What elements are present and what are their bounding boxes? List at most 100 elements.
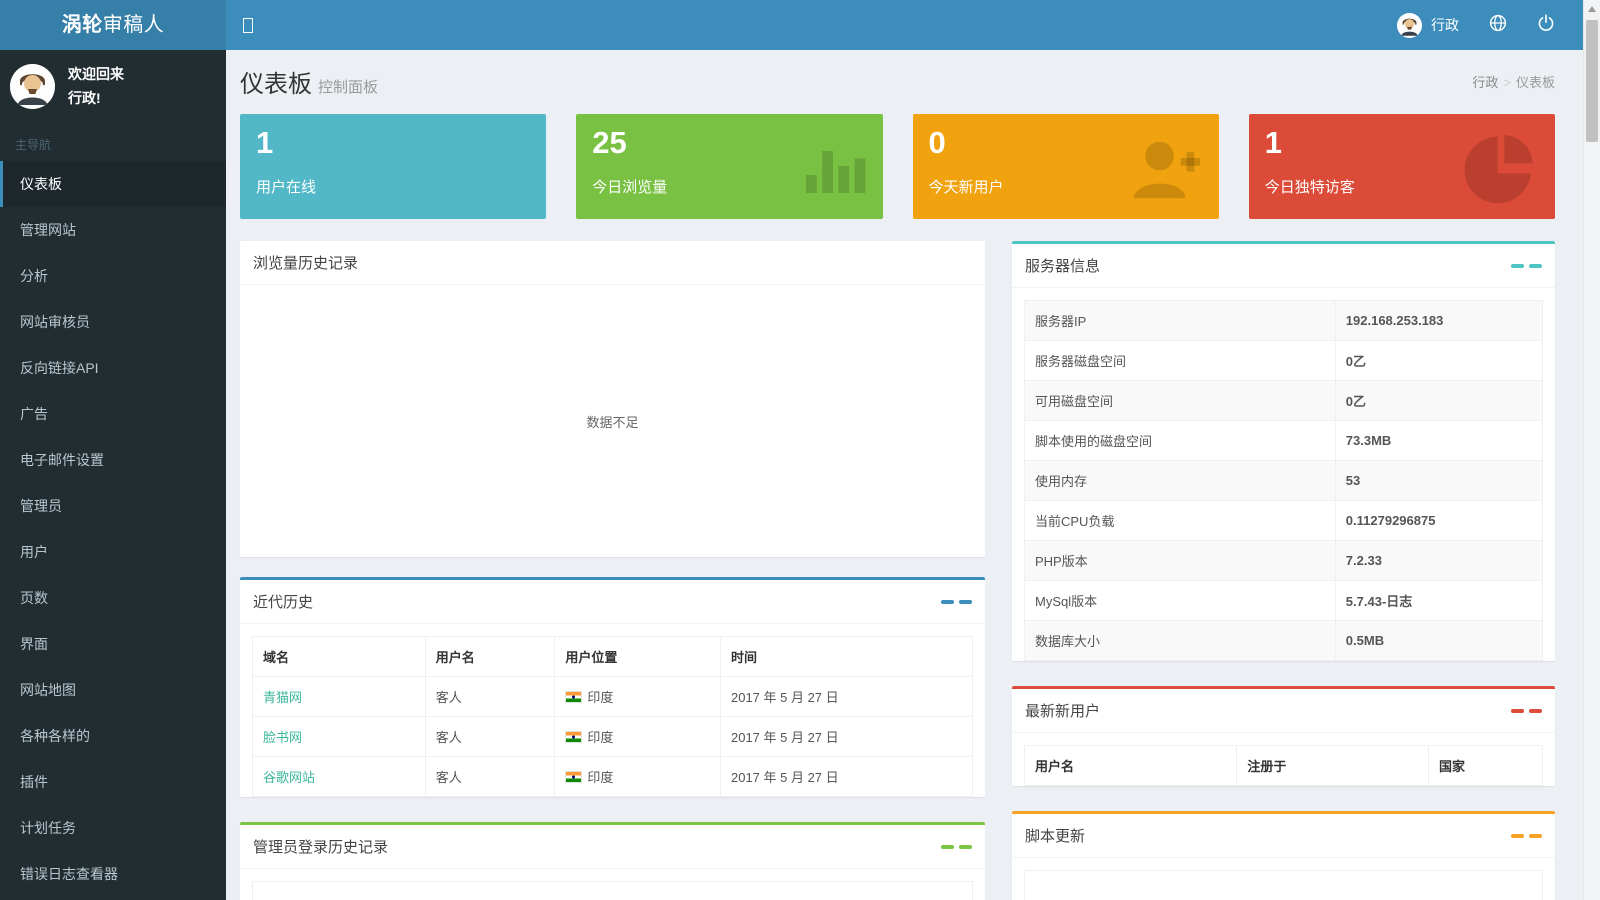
panel-admin-login-history: 管理员登录历史记录 <box>240 822 985 900</box>
panel-server-info: 服务器信息 服务器IP192.168.253.183 服务器磁盘空间0乙 可用磁… <box>1012 241 1555 661</box>
table-row: 可用磁盘空间0乙 <box>1025 381 1543 421</box>
main-content: 仪表板控制面板 行政>仪表板 1 用户在线 25 今日浏览量 0 今天新用户 1… <box>226 50 1600 900</box>
panel-close-button[interactable] <box>1529 709 1542 713</box>
top-navbar: 涡轮审稿人 行政 <box>0 0 1600 50</box>
sidebar-item-admins[interactable]: 管理员 <box>0 483 226 529</box>
panel-title: 近代历史 <box>253 591 313 612</box>
panel-collapse-button[interactable] <box>941 845 954 849</box>
sidebar-item-analytics[interactable]: 分析 <box>0 253 226 299</box>
sidebar-item-cron-jobs[interactable]: 计划任务 <box>0 805 226 851</box>
breadcrumb-current: 仪表板 <box>1516 75 1555 90</box>
table-row: 青猫网 客人 印度 2017 年 5 月 27 日 <box>253 677 973 717</box>
india-flag-icon <box>565 691 582 703</box>
sidebar-item-backlink-api[interactable]: 反向链接API <box>0 345 226 391</box>
chart-empty-message: 数据不足 <box>586 412 638 431</box>
panel-close-button[interactable] <box>1529 834 1542 838</box>
stat-box-unique-visitors-today[interactable]: 1 今日独特访客 <box>1249 114 1555 219</box>
server-info-label: 使用内存 <box>1025 461 1336 501</box>
panel-collapse-button[interactable] <box>1511 709 1524 713</box>
sidebar-avatar <box>10 64 55 109</box>
sidebar-section-header: 主导航 <box>0 122 226 161</box>
server-info-table: 服务器IP192.168.253.183 服务器磁盘空间0乙 可用磁盘空间0乙 … <box>1024 300 1543 661</box>
server-info-value: 53 <box>1335 461 1542 501</box>
power-icon[interactable] <box>1537 14 1555 37</box>
sidebar-item-users[interactable]: 用户 <box>0 529 226 575</box>
sidebar-item-error-log-viewer[interactable]: 错误日志查看器 <box>0 851 226 897</box>
server-info-value: 192.168.253.183 <box>1335 301 1542 341</box>
sidebar-item-website-reviewer[interactable]: 网站审核员 <box>0 299 226 345</box>
table-row: 数据库大小0.5MB <box>1025 621 1543 661</box>
sidebar-item-pages[interactable]: 页数 <box>0 575 226 621</box>
table-row: 当前CPU负载0.11279296875 <box>1025 501 1543 541</box>
server-info-value: 73.3MB <box>1335 421 1542 461</box>
scrollbar-thumb[interactable] <box>1586 20 1598 142</box>
table-row: 服务器IP192.168.253.183 <box>1025 301 1543 341</box>
stat-value: 1 <box>256 126 530 160</box>
sidebar-item-email-settings[interactable]: 电子邮件设置 <box>0 437 226 483</box>
panel-recent-history: 近代历史 域名 用户名 用户位置 时间 <box>240 577 985 797</box>
panel-collapse-button[interactable] <box>1511 834 1524 838</box>
panel-collapse-button[interactable] <box>1511 264 1524 268</box>
sidebar-item-plugins[interactable]: 插件 <box>0 759 226 805</box>
location-cell: 印度 <box>587 730 613 745</box>
table-row: MySql版本5.7.43-日志 <box>1025 581 1543 621</box>
sidebar-item-sitemap[interactable]: 网站地图 <box>0 667 226 713</box>
table-header-row: 域名 用户名 用户位置 时间 <box>253 637 973 677</box>
panel-title: 脚本更新 <box>1025 825 1085 846</box>
stat-boxes-row: 1 用户在线 25 今日浏览量 0 今天新用户 1 今日独特访客 <box>240 114 1555 219</box>
server-info-value: 0乙 <box>1335 381 1542 421</box>
server-info-value: 0乙 <box>1335 341 1542 381</box>
recent-history-table: 域名 用户名 用户位置 时间 青猫网 客人 印度 2017 年 5 月 27 日 <box>252 636 973 797</box>
column-header: 用户位置 <box>555 637 721 677</box>
navbar-user-name: 行政 <box>1431 15 1459 35</box>
navbar-main: 行政 <box>226 0 1600 50</box>
panel-controls <box>1511 709 1542 713</box>
table-row: 使用内存53 <box>1025 461 1543 501</box>
panel-close-button[interactable] <box>959 845 972 849</box>
panel-close-button[interactable] <box>1529 264 1542 268</box>
server-info-label: MySql版本 <box>1025 581 1336 621</box>
app-logo[interactable]: 涡轮审稿人 <box>0 0 226 50</box>
sidebar-welcome: 欢迎回来 行政! <box>68 62 124 110</box>
stat-box-views-today[interactable]: 25 今日浏览量 <box>576 114 882 219</box>
server-info-label: 当前CPU负载 <box>1025 501 1336 541</box>
welcome-line2: 行政! <box>68 86 124 110</box>
scrollbar-up-arrow-icon[interactable] <box>1588 6 1596 12</box>
sidebar-item-ads[interactable]: 广告 <box>0 391 226 437</box>
page-scrollbar[interactable] <box>1583 0 1600 900</box>
views-history-chart-area: 数据不足 <box>240 285 985 557</box>
breadcrumb-home[interactable]: 行政 <box>1472 75 1498 90</box>
sidebar-item-interface[interactable]: 界面 <box>0 621 226 667</box>
navbar-right: 行政 <box>1397 13 1555 38</box>
stat-box-new-users-today[interactable]: 0 今天新用户 <box>913 114 1219 219</box>
panel-close-button[interactable] <box>959 600 972 604</box>
time-cell: 2017 年 5 月 27 日 <box>720 677 972 717</box>
admin-login-table-clipped <box>252 881 973 900</box>
sidebar-user-panel: 欢迎回来 行政! <box>0 50 226 122</box>
globe-icon[interactable] <box>1489 14 1507 37</box>
breadcrumb: 行政>仪表板 <box>1472 72 1555 91</box>
sidebar-item-manage-websites[interactable]: 管理网站 <box>0 207 226 253</box>
sidebar-toggle-icon[interactable] <box>243 18 253 33</box>
panel-title: 服务器信息 <box>1025 255 1100 276</box>
panel-title: 浏览量历史记录 <box>253 252 358 273</box>
domain-link[interactable]: 脸书网 <box>263 730 302 745</box>
column-header: 国家 <box>1429 746 1543 786</box>
column-header: 用户名 <box>425 637 555 677</box>
bar-chart-icon <box>797 130 869 207</box>
domain-link[interactable]: 谷歌网站 <box>263 770 315 785</box>
stat-box-users-online[interactable]: 1 用户在线 <box>240 114 546 219</box>
server-info-label: 可用磁盘空间 <box>1025 381 1336 421</box>
sidebar-item-miscellaneous[interactable]: 各种各样的 <box>0 713 226 759</box>
welcome-line1: 欢迎回来 <box>68 62 124 86</box>
panel-views-history: 浏览量历史记录 数据不足 <box>240 241 985 557</box>
sidebar-item-dashboard[interactable]: 仪表板 <box>0 161 226 207</box>
domain-link[interactable]: 青猫网 <box>263 690 302 705</box>
panel-collapse-button[interactable] <box>941 600 954 604</box>
panel-controls <box>941 845 972 849</box>
navbar-user-menu[interactable]: 行政 <box>1397 13 1459 38</box>
panel-script-update: 脚本更新 <box>1012 811 1555 900</box>
column-header: 用户名 <box>1025 746 1237 786</box>
table-row: 谷歌网站 客人 印度 2017 年 5 月 27 日 <box>253 757 973 797</box>
server-info-value: 7.2.33 <box>1335 541 1542 581</box>
